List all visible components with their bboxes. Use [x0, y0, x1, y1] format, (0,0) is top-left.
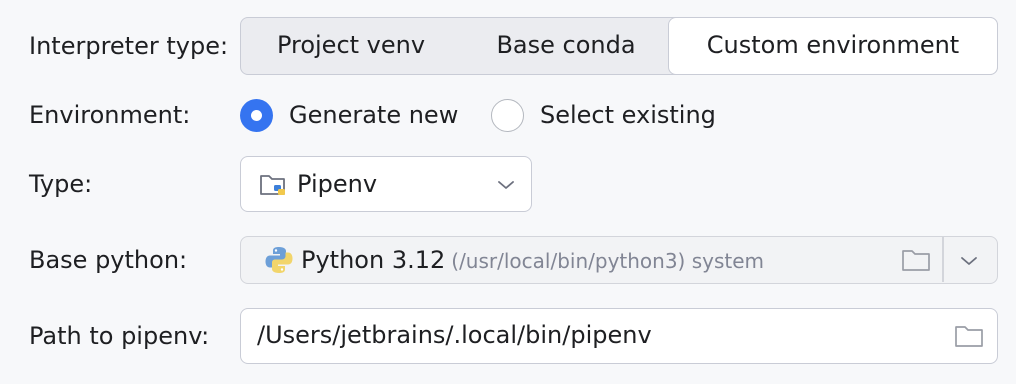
segment-base-conda[interactable]: Base conda [451, 18, 681, 73]
browse-folder-icon[interactable] [901, 248, 931, 276]
chevron-down-icon[interactable] [497, 176, 515, 195]
type-combobox[interactable]: Pipenv [240, 156, 532, 212]
base-python-label: Base python: [29, 246, 188, 274]
python-icon [264, 245, 294, 279]
interpreter-type-segmented-control: Project venv Base conda Custom environme… [240, 16, 998, 75]
path-to-pipenv-label: Path to pipenv: [29, 322, 210, 350]
path-to-pipenv-field[interactable] [240, 308, 998, 364]
type-value: Pipenv [297, 170, 378, 198]
segment-project-venv[interactable]: Project venv [241, 18, 461, 73]
radio-generate-new[interactable]: Generate new [240, 97, 458, 133]
type-label: Type: [29, 170, 93, 198]
base-python-field[interactable]: Python 3.12 (/usr/local/bin/python3) syst… [240, 236, 998, 284]
python-version: Python 3.12 [301, 246, 446, 274]
segment-custom-environment[interactable]: Custom environment [668, 16, 998, 75]
base-python-value: Python 3.12 (/usr/local/bin/python3) syst… [301, 244, 764, 277]
radio-unselected-icon[interactable] [491, 98, 524, 132]
field-separator [942, 237, 944, 282]
radio-select-existing-label: Select existing [540, 101, 716, 129]
radio-generate-new-label: Generate new [289, 101, 459, 129]
path-to-pipenv-input[interactable] [257, 317, 917, 353]
environment-label: Environment: [29, 101, 191, 129]
radio-select-existing[interactable]: Select existing [491, 97, 716, 133]
chevron-down-icon[interactable] [960, 252, 978, 271]
python-path: (/usr/local/bin/python3) system [451, 249, 765, 273]
interpreter-type-label: Interpreter type: [29, 32, 229, 60]
browse-folder-icon[interactable] [954, 324, 984, 352]
pipenv-folder-icon [259, 171, 289, 203]
radio-selected-icon[interactable] [240, 98, 273, 132]
